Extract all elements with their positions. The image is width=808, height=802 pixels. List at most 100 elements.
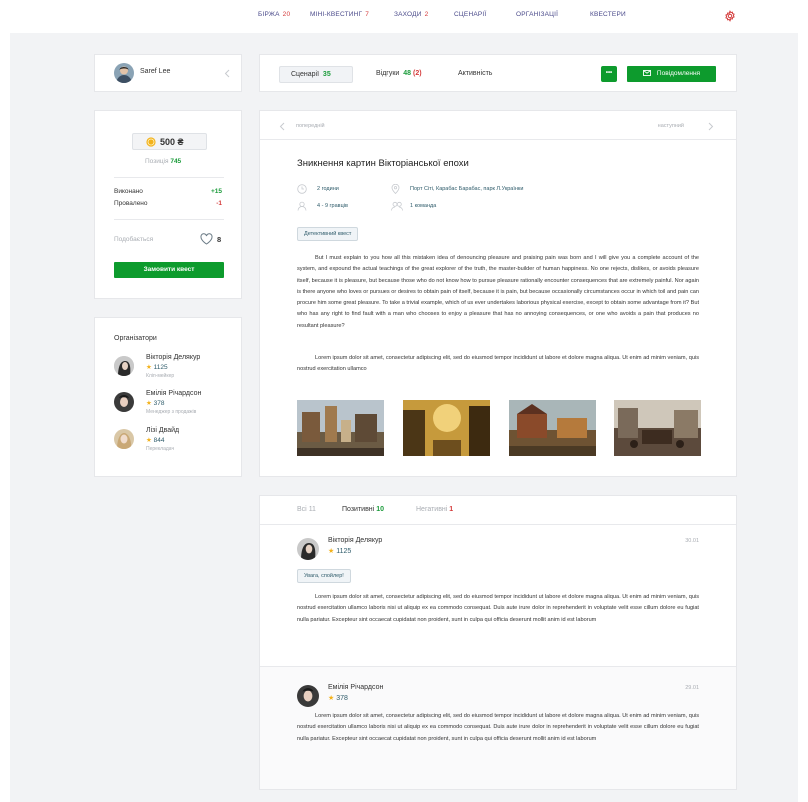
organizer-role: Перекладач <box>146 446 175 452</box>
avatar[interactable] <box>297 685 319 707</box>
position-value: 745 <box>170 158 182 165</box>
scenario-title: Зникнення картин Вікторіанської епохи <box>297 158 469 169</box>
organizer-name: Емілія Річардсон <box>146 390 202 397</box>
scenario-players: 4 - 9 гравців <box>317 203 348 209</box>
divider <box>114 177 224 178</box>
profile-tabs-card: Сценарії 35 Відгуки 48 (2) Активність ••… <box>259 54 737 92</box>
review-author[interactable]: Емілія Річардсон <box>328 684 383 691</box>
nav-questers[interactable]: КВЕСТЕРИ <box>590 11 626 18</box>
organizer-rating: ★ 844 <box>146 436 165 444</box>
nav-organizations-label: ОРГАНІЗАЦІЇ <box>516 11 559 18</box>
reviews-card: Всі 11 Позитивні 10 Негативні 1 Вікторія… <box>259 495 737 790</box>
star-icon: ★ <box>146 364 152 371</box>
tab-scenarios-content: Сценарії 35 <box>291 71 331 78</box>
gear-icon[interactable] <box>724 10 736 22</box>
more-button[interactable]: ••• <box>601 66 617 82</box>
scenario-teams: 1 команда <box>410 203 437 209</box>
nav-events-count: 2 <box>424 11 429 18</box>
divider <box>114 219 224 220</box>
tab-scenarios-count: 35 <box>322 71 331 78</box>
position-row: Позиція 745 <box>145 158 181 165</box>
scenario-paragraph: Lorem ipsum dolor sit amet, consectetur … <box>297 355 699 373</box>
organizers-card: Організатори Вікторія Делякур ★ 1125 Клі… <box>94 317 242 477</box>
organizers-title: Організатори <box>114 335 157 342</box>
organizer-rating-value: 1125 <box>153 364 168 371</box>
filter-positive[interactable]: Позитивні 10 <box>342 506 384 513</box>
divider <box>260 139 736 140</box>
avatar[interactable] <box>114 63 134 83</box>
avatar <box>114 429 134 449</box>
scenario-duration: 2 години <box>317 186 339 192</box>
filter-negative-label: Негативні <box>416 506 448 513</box>
review-text: Lorem ipsum dolor sit amet, consectetur … <box>297 594 699 623</box>
tab-reviews-new: (2) <box>412 70 422 77</box>
order-quest-button[interactable]: Замовити квест <box>114 262 224 278</box>
message-button[interactable]: Повідомлення <box>627 66 716 82</box>
likes-label: Подобається <box>114 236 154 243</box>
review-author[interactable]: Вікторія Делякур <box>328 537 382 544</box>
chevron-left-icon[interactable] <box>279 122 285 131</box>
chevron-left-icon[interactable] <box>224 69 230 78</box>
organizer-name: Лізі Двайд <box>146 427 180 434</box>
tab-activity[interactable]: Активність <box>458 70 492 77</box>
avatar-image <box>114 429 134 449</box>
nav-scenarios-label: СЦЕНАРІЇ <box>454 11 487 18</box>
nav-mini-questing[interactable]: МІНІ-КВЕСТИНГ 7 <box>310 11 369 18</box>
coin-icon <box>146 137 156 147</box>
heart-icon[interactable] <box>200 233 213 245</box>
organizer-item[interactable]: Емілія Річардсон ★ 378 Менеджер з продаж… <box>114 390 239 418</box>
next-link[interactable]: наступний <box>658 123 684 129</box>
gallery-image[interactable] <box>614 400 701 456</box>
avatar-image <box>114 356 134 376</box>
review-rating: ★ 378 <box>328 694 348 702</box>
organizer-item[interactable]: Вікторія Делякур ★ 1125 Кліп-мейкер <box>114 354 239 382</box>
team-icon <box>391 201 403 211</box>
profile-header-card: Saref Lee <box>94 54 242 92</box>
organizer-rating-value: 378 <box>153 400 165 407</box>
filter-negative[interactable]: Негативні 1 <box>416 506 453 513</box>
profile-stats-card: 500 ₴ Позиція 745 Виконано +15 Провалено… <box>94 110 242 299</box>
nav-scenarios[interactable]: СЦЕНАРІЇ <box>454 11 486 18</box>
star-icon: ★ <box>146 437 152 444</box>
tab-reviews[interactable]: Відгуки 48 (2) <box>376 70 422 77</box>
organizer-rating-value: 844 <box>153 437 165 444</box>
envelope-icon <box>642 70 651 76</box>
filter-all[interactable]: Всі 11 <box>297 506 316 513</box>
avatar[interactable] <box>297 538 319 560</box>
nav-mini-questing-label: МІНІ-КВЕСТИНГ <box>310 11 363 18</box>
avatar-image <box>297 685 319 707</box>
filter-positive-label: Позитивні <box>342 506 375 513</box>
gallery-image[interactable] <box>509 400 596 456</box>
profile-name: Saref Lee <box>140 68 171 75</box>
avatar-image <box>297 538 319 560</box>
position-label: Позиція <box>145 158 169 165</box>
organizer-role: Кліп-мейкер <box>146 373 175 379</box>
gallery-image[interactable] <box>297 400 384 456</box>
review-text: Lorem ipsum dolor sit amet, consectetur … <box>297 713 699 742</box>
nav-mini-questing-count: 7 <box>365 11 370 18</box>
organizer-item[interactable]: Лізі Двайд ★ 844 Перекладач <box>114 427 239 455</box>
review-date: 30.01 <box>685 538 699 544</box>
location-pin-icon <box>391 184 400 194</box>
chevron-right-icon[interactable] <box>708 122 714 131</box>
nav-events[interactable]: ЗАХОДИ 2 <box>394 11 428 18</box>
gallery-image[interactable] <box>403 400 490 456</box>
message-button-label: Повідомлення <box>656 70 701 77</box>
prev-link[interactable]: попередній <box>296 123 325 129</box>
nav-birzha[interactable]: БІРЖА 20 <box>258 11 290 18</box>
genre-tag[interactable]: Детективний квест <box>297 227 359 241</box>
failed-value: -1 <box>216 200 222 207</box>
tab-scenarios[interactable]: Сценарії 35 <box>279 66 353 83</box>
filter-all-count: 11 <box>308 506 316 513</box>
likes-value: 8 <box>217 235 222 244</box>
nav-organizations[interactable]: ОРГАНІЗАЦІЇ <box>516 11 558 18</box>
star-icon: ★ <box>328 548 335 555</box>
scenario-paragraph: But I must explain to you how all this m… <box>297 255 699 329</box>
clock-icon <box>297 184 307 194</box>
spoiler-tag[interactable]: Увага, спойлер! <box>297 569 351 583</box>
failed-label: Провалено <box>114 200 148 207</box>
tab-reviews-count: 48 <box>403 70 412 77</box>
star-icon: ★ <box>328 695 335 702</box>
filter-all-label: Всі <box>297 506 307 513</box>
tab-reviews-label: Відгуки <box>376 70 400 77</box>
